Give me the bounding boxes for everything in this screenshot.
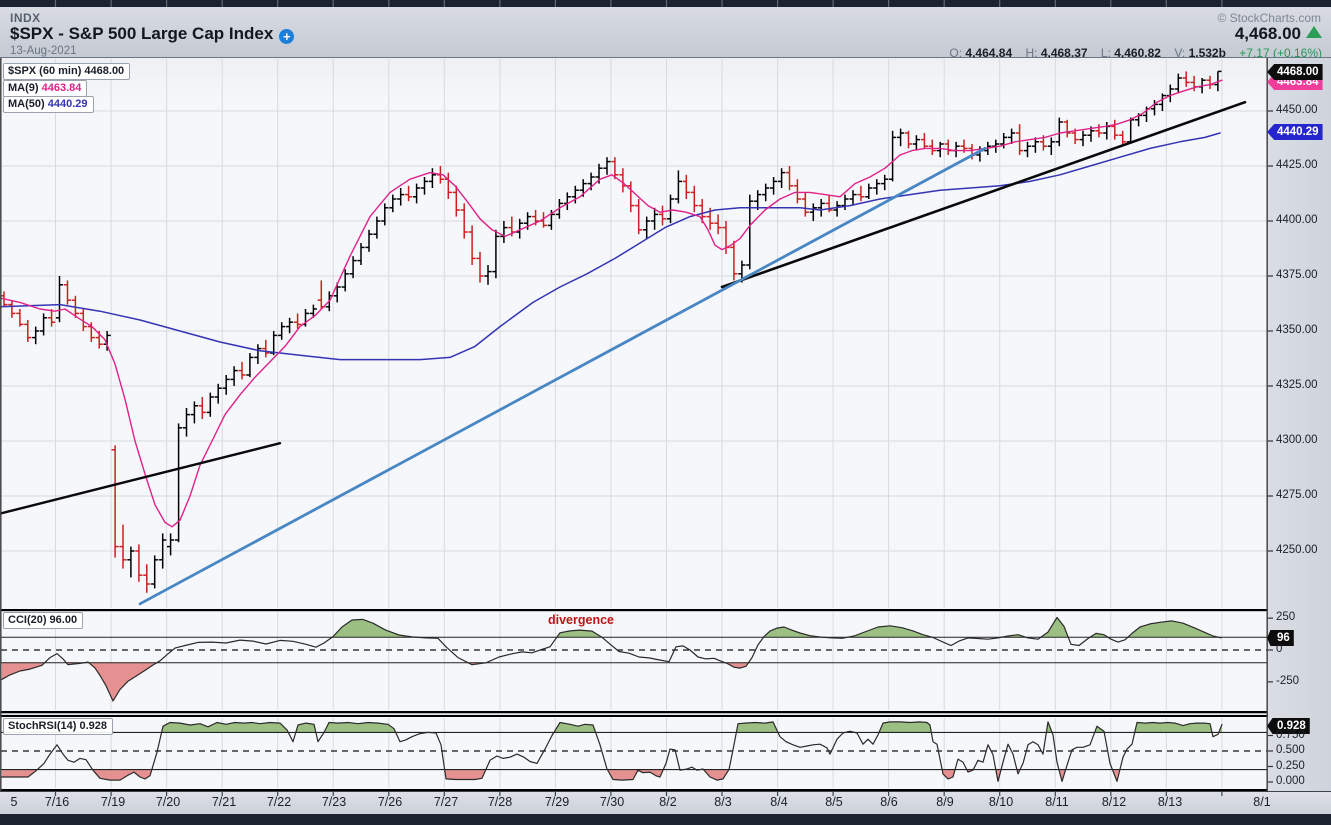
last-price-badge: 4468.00 (1267, 64, 1323, 80)
price-tick: 4325.00 (1276, 379, 1318, 391)
up-arrow-icon (1306, 26, 1322, 38)
panel-gap (0, 713, 1268, 717)
stochrsi-tick: 0.750 (1276, 728, 1305, 741)
x-axis-label: 8/5 (825, 795, 843, 809)
stochrsi-tick: 0.500 (1276, 744, 1305, 756)
stochrsi-label[interactable]: StochRSI(14) 0.928 (3, 718, 114, 735)
price-tick: 4425.00 (1276, 159, 1318, 171)
x-axis-label: 7/30 (599, 795, 625, 809)
x-axis-label: 8/9 (936, 795, 954, 809)
chart-header: INDX $SPX - S&P 500 Large Cap Index + 13-… (0, 7, 1331, 60)
legend-ma50-label: MA(50) (8, 98, 45, 110)
cci-tick: -250 (1276, 674, 1300, 687)
x-axis-label: 8/13 (1157, 795, 1183, 809)
chart-date: 13-Aug-2021 (10, 45, 77, 57)
bottom-border-strip (0, 814, 1331, 825)
exchange-label: INDX (10, 11, 41, 25)
divergence-annotation: divergence (548, 613, 615, 627)
add-chart-icon[interactable]: + (279, 29, 295, 44)
x-axis-label: 7/29 (544, 795, 570, 809)
page-title: $SPX - S&P 500 Large Cap Index + (10, 24, 295, 44)
legend-ma9-label: MA(9) (8, 82, 39, 94)
x-axis-label: 8/3 (714, 795, 732, 809)
legend-main-text: $SPX (60 min) 4468.00 (8, 65, 125, 77)
x-axis-label: 7/27 (433, 795, 459, 809)
x-axis-label: 8/1 (1253, 795, 1271, 809)
top-border-strip (0, 0, 1331, 7)
x-axis-label: 8/10 (988, 795, 1014, 809)
cci-label[interactable]: CCI(20) 96.00 (3, 612, 84, 629)
x-axis-label: 7/20 (155, 795, 181, 809)
price-tick: 4300.00 (1276, 434, 1318, 446)
legend-ma9[interactable]: MA(9) 4463.84 (3, 80, 88, 97)
legend-ma50-value: 4440.29 (47, 98, 88, 110)
stochrsi-label-text: StochRSI(14) 0.928 (8, 720, 108, 732)
x-axis-label: 8/2 (659, 795, 677, 809)
price-tick: 4450.00 (1276, 104, 1318, 116)
last-price: 4,468.00 (1234, 24, 1301, 43)
x-axis-label: 7/26 (377, 795, 403, 809)
x-axis-label: 7/21 (211, 795, 237, 809)
legend-main[interactable]: $SPX (60 min) 4468.00 (3, 63, 131, 80)
price-tick: 4375.00 (1276, 269, 1318, 281)
x-axis-label: 8/11 (1045, 795, 1069, 809)
chart-plot-area[interactable] (0, 58, 1268, 791)
price-tick: 4400.00 (1276, 214, 1318, 226)
ma50-price-badge: 4440.29 (1267, 124, 1323, 140)
x-axis-label: 7/19 (100, 795, 126, 809)
legend-ma50[interactable]: MA(50) 4440.29 (3, 96, 94, 113)
cci-label-text: CCI(20) 96.00 (8, 614, 78, 626)
price-tick: 4350.00 (1276, 324, 1318, 336)
copyright-label: © StockCharts.com (1217, 11, 1321, 25)
price-tick: 4250.00 (1276, 544, 1318, 556)
x-axis-label: 7/23 (321, 795, 347, 809)
cci-tick: 250 (1276, 611, 1296, 624)
x-axis-label: 8/4 (770, 795, 788, 809)
legend-ma9-value: 4463.84 (41, 82, 82, 94)
x-axis-label: 7/22 (266, 795, 292, 809)
price-tick: 4275.00 (1276, 489, 1318, 501)
stochrsi-tick: 0.250 (1276, 759, 1305, 772)
cci-tick: 0 (1276, 643, 1283, 655)
stochrsi-tick: 0.000 (1276, 775, 1305, 787)
x-axis-label: 8/12 (1101, 795, 1127, 809)
x-axis-label: 8/6 (880, 795, 898, 809)
x-axis-label: 7/28 (487, 795, 513, 809)
x-axis-label: 7/16 (44, 795, 70, 809)
title-text: $SPX - S&P 500 Large Cap Index (10, 24, 274, 43)
